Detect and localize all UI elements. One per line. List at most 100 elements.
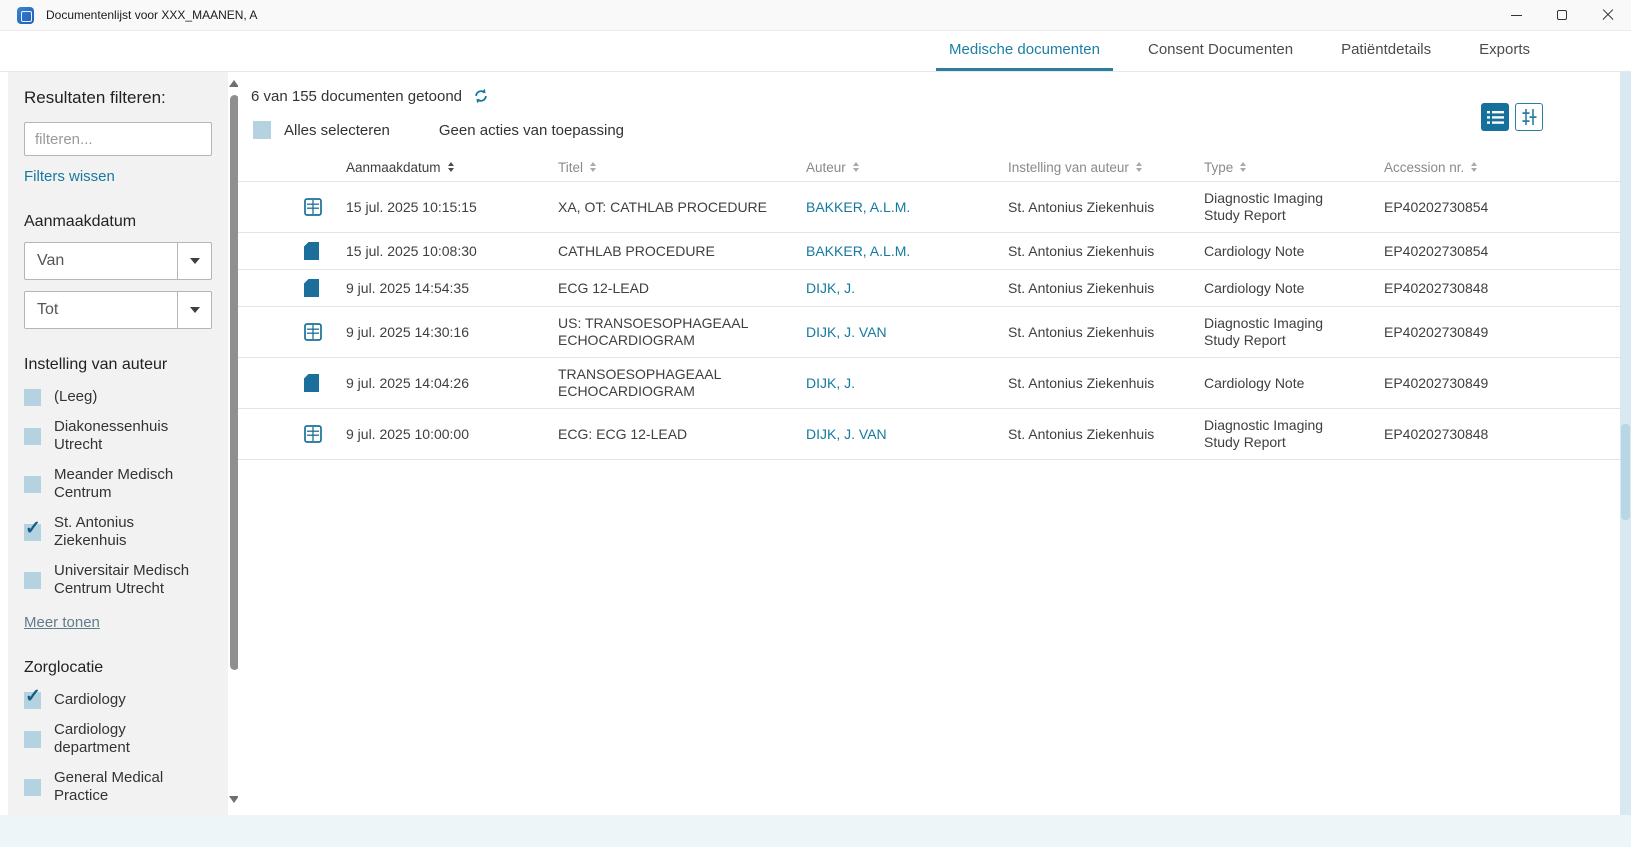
tab-label: Consent Documenten [1148,41,1293,58]
filter-sidebar: Resultaten filteren: Filters wissen Aanm… [8,72,228,815]
date-to-value: Tot [25,292,177,328]
row-date: 9 jul. 2025 10:00:00 [328,426,540,443]
window-frame-bottom [0,815,1631,847]
filter-option-label: General Medical Practice [54,769,204,805]
column-header-aanmaakdatum[interactable]: Aanmaakdatum [328,160,540,175]
chevron-down-icon [190,258,200,264]
filter-option[interactable]: Cardiology [24,685,228,715]
table-row[interactable]: 9 jul. 2025 14:54:35 ECG 12-LEAD DIJK, J… [238,269,1620,306]
imaging-report-icon [304,425,322,443]
sort-icon[interactable] [1136,162,1142,172]
filter-checkbox[interactable] [24,524,41,541]
filter-option[interactable]: (Leeg) [24,382,228,412]
row-title: XA, OT: CATHLAB PROCEDURE [540,199,788,216]
filter-checkbox[interactable] [24,428,41,445]
minimize-button[interactable] [1493,0,1539,30]
filter-option-label: Diakonessenhuis Utrecht [54,418,204,454]
list-view-button[interactable] [1481,103,1509,131]
scrollbar-thumb[interactable] [1621,424,1630,520]
table-row[interactable]: 15 jul. 2025 10:15:15 XA, OT: CATHLAB PR… [238,181,1620,232]
row-accession-number: EP40202730848 [1366,280,1620,297]
main-tab[interactable]: Exports [1466,31,1543,71]
row-author-link[interactable]: DIJK, J. [806,375,855,391]
tab-label: Medische documenten [949,41,1100,58]
table-body: 15 jul. 2025 10:15:15 XA, OT: CATHLAB PR… [238,181,1620,460]
sort-icon[interactable] [590,162,596,172]
filter-option-label: Cardiology department [54,721,204,757]
column-header-instelling[interactable]: Instelling van auteur [990,160,1186,175]
main-tab-bar: Medische documenten Consent Documenten P… [0,31,1631,72]
table-row[interactable]: 9 jul. 2025 10:00:00 ECG: ECG 12-LEAD DI… [238,408,1620,460]
refresh-icon[interactable] [472,87,490,105]
column-header-type[interactable]: Type [1186,160,1366,175]
filter-option[interactable]: General Medical Practice [24,763,228,811]
sort-icon[interactable] [1240,162,1246,172]
filter-checkbox[interactable] [24,692,41,709]
clear-filters-link[interactable]: Filters wissen [24,168,115,185]
row-accession-number: EP40202730849 [1366,324,1620,341]
date-from-select[interactable]: Van [24,242,212,280]
imaging-report-icon [304,198,322,216]
imaging-report-icon [304,323,322,341]
row-title: ECG 12-LEAD [540,280,788,297]
row-author-link[interactable]: DIJK, J. VAN [806,426,887,442]
main-tab[interactable]: Medische documenten [936,31,1113,71]
institution-filter-list: (Leeg) Diakonessenhuis Utrecht Meander M… [24,382,228,604]
filter-input[interactable] [24,122,212,156]
filter-checkbox[interactable] [24,476,41,493]
filter-checkbox[interactable] [24,389,41,406]
row-accession-number: EP40202730848 [1366,426,1620,443]
filter-option-label: (Leeg) [54,388,204,406]
row-institution: St. Antonius Ziekenhuis [990,426,1186,443]
row-accession-number: EP40202730854 [1366,243,1620,260]
column-settings-button[interactable] [1515,103,1543,131]
filter-option[interactable]: Diakonessenhuis Utrecht [24,412,228,460]
page-scrollbar[interactable] [1620,72,1631,815]
row-author-link[interactable]: BAKKER, A.L.M. [806,199,910,215]
main-tab[interactable]: Consent Documenten [1135,31,1306,71]
row-author-link[interactable]: DIJK, J. [806,280,855,296]
show-more-link[interactable]: Meer tonen [24,614,100,631]
location-filter-list: Cardiology Cardiology department General… [24,685,228,815]
date-to-dropdown-button[interactable] [177,292,211,328]
institution-section-heading: Instelling van auteur [24,356,228,374]
row-date: 15 jul. 2025 10:15:15 [328,199,540,216]
column-header-titel[interactable]: Titel [540,160,788,175]
filter-checkbox[interactable] [24,572,41,589]
filter-option[interactable]: Meander Medisch Centrum [24,460,228,508]
filter-option-label: Universitair Medisch Centrum Utrecht [54,562,204,598]
column-header-auteur[interactable]: Auteur [788,160,990,175]
filter-option[interactable]: Universitair Medisch Centrum Utrecht [24,556,228,604]
view-toggle-group [1481,103,1543,131]
column-settings-icon [1521,109,1538,125]
row-date: 15 jul. 2025 10:08:30 [328,243,540,260]
filter-checkbox[interactable] [24,779,41,796]
date-from-dropdown-button[interactable] [177,243,211,279]
title-bar: Documentenlijst voor XXX_MAANEN, A [0,0,1631,31]
table-row[interactable]: 15 jul. 2025 10:08:30 CATHLAB PROCEDURE … [238,232,1620,269]
main-tab[interactable]: Patiëntdetails [1328,31,1444,71]
window-controls [1493,0,1631,30]
filter-option[interactable]: St. Antonius Ziekenhuis [24,508,228,556]
column-header-accession[interactable]: Accession nr. [1366,160,1620,175]
date-to-select[interactable]: Tot [24,291,212,329]
row-author-link[interactable]: BAKKER, A.L.M. [806,243,910,259]
note-document-icon [304,279,319,297]
row-title: US: TRANSOESOPHAGEAAL ECHOCARDIOGRAM [540,315,788,349]
row-document-type: Diagnostic Imaging Study Report [1186,190,1366,224]
date-section-heading: Aanmaakdatum [24,213,228,231]
sort-icon[interactable] [1471,162,1477,172]
filter-option[interactable]: Cardiology department [24,715,228,763]
close-button[interactable] [1585,0,1631,30]
sort-icon[interactable] [448,162,454,172]
table-row[interactable]: 9 jul. 2025 14:30:16 US: TRANSOESOPHAGEA… [238,306,1620,357]
sort-icon[interactable] [853,162,859,172]
table-row[interactable]: 9 jul. 2025 14:04:26 TRANSOESOPHAGEAAL E… [238,357,1620,408]
maximize-button[interactable] [1539,0,1585,30]
row-title: ECG: ECG 12-LEAD [540,426,788,443]
row-author-link[interactable]: DIJK, J. VAN [806,324,887,340]
filter-checkbox[interactable] [24,731,41,748]
select-all-checkbox[interactable] [253,121,271,139]
documents-table: Aanmaakdatum Titel Auteur Instelling van… [238,153,1620,460]
row-institution: St. Antonius Ziekenhuis [990,199,1186,216]
